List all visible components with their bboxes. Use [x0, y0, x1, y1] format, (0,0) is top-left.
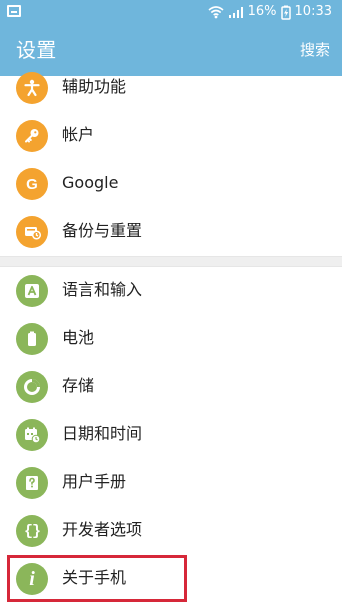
accessibility-icon	[16, 72, 48, 104]
settings-item-date-time[interactable]: 日期和时间	[0, 414, 342, 460]
screenshot-notification-icon	[7, 5, 21, 17]
settings-item-storage[interactable]: 存储	[0, 366, 342, 412]
cell-signal-icon	[228, 6, 244, 19]
status-bar: 16% 10:33	[0, 0, 342, 24]
settings-item-label: 开发者选项	[62, 520, 143, 539]
key-icon	[16, 120, 48, 152]
status-indicators: 16% 10:33	[208, 4, 332, 20]
settings-item-language-input[interactable]: 语言和输入	[0, 270, 342, 316]
backup-reset-icon	[16, 216, 48, 248]
settings-item-backup-reset[interactable]: 备份与重置	[0, 211, 342, 257]
settings-item-google[interactable]: G Google	[0, 163, 342, 209]
settings-item-battery[interactable]: 电池	[0, 318, 342, 364]
curly-braces-glyph: {}	[23, 522, 41, 540]
google-icon: G	[16, 168, 48, 200]
settings-item-label: 用户手册	[62, 472, 127, 491]
settings-item-label: 辅助功能	[62, 77, 127, 96]
settings-item-label: 电池	[62, 328, 95, 347]
clock: 10:33	[294, 4, 332, 19]
settings-item-developer-options[interactable]: {} 开发者选项	[0, 510, 342, 556]
page-title: 设置	[16, 38, 57, 62]
user-manual-icon	[16, 467, 48, 499]
developer-options-icon: {}	[16, 515, 48, 547]
settings-item-label: Google	[62, 173, 119, 192]
settings-item-about-phone[interactable]: i 关于手机	[0, 558, 342, 604]
search-button[interactable]: 搜索	[300, 40, 330, 60]
settings-item-accessibility[interactable]: 辅助功能	[0, 67, 342, 113]
battery-icon	[16, 323, 48, 355]
date-time-icon	[16, 419, 48, 451]
language-input-icon	[16, 275, 48, 307]
charging-battery-icon	[280, 5, 291, 20]
google-letter-g: G	[26, 175, 38, 193]
settings-item-label: 日期和时间	[62, 424, 143, 443]
info-letter-i: i	[29, 568, 35, 590]
settings-item-label: 存储	[62, 376, 95, 395]
settings-item-label: 备份与重置	[62, 221, 143, 240]
settings-screen: 16% 10:33 设置 搜索 辅助功能 帐户 G Google 备份与重置 语…	[0, 0, 342, 605]
wifi-icon	[208, 5, 224, 19]
settings-item-label: 关于手机	[62, 568, 127, 587]
storage-icon	[16, 371, 48, 403]
settings-item-label: 帐户	[62, 125, 95, 144]
about-phone-icon: i	[16, 563, 48, 595]
settings-item-label: 语言和输入	[62, 280, 143, 299]
settings-item-user-manual[interactable]: 用户手册	[0, 462, 342, 508]
settings-item-accounts[interactable]: 帐户	[0, 115, 342, 161]
section-divider	[0, 256, 342, 267]
battery-percent: 16%	[247, 4, 277, 19]
